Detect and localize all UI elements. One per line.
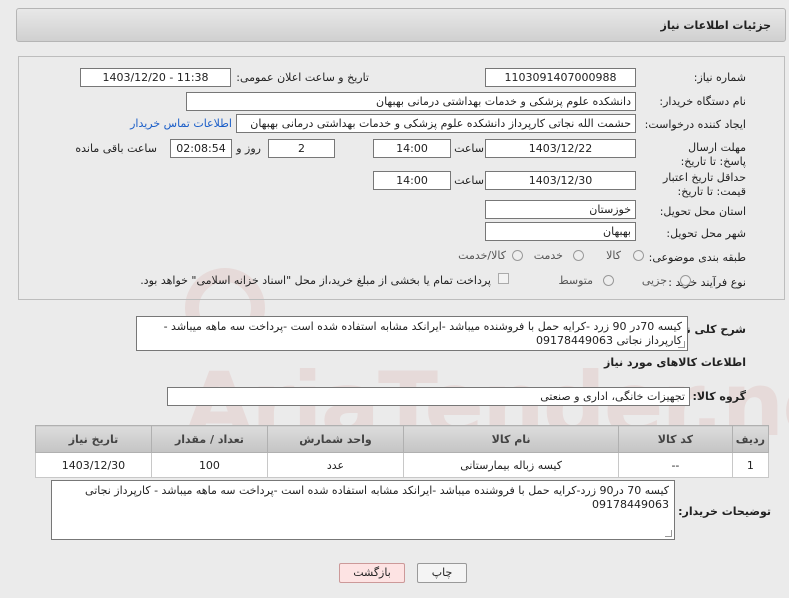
goods-group-label: گروه کالا: — [692, 390, 746, 403]
creator-label: ایجاد کننده درخواست: — [644, 118, 746, 131]
process-option-medium: متوسط — [558, 274, 593, 287]
page-header: جزئیات اطلاعات نیاز — [16, 8, 786, 42]
page-title: جزئیات اطلاعات نیاز — [660, 19, 772, 32]
table-header-row: ردیف کد کالا نام کالا واحد شمارش تعداد /… — [35, 425, 770, 453]
deadline-time-field: 14:00 — [373, 139, 451, 158]
col-header-qty: تعداد / مقدار — [150, 425, 268, 453]
back-button[interactable]: بازگشت — [339, 563, 405, 583]
cell-date: 1403/12/30 — [35, 452, 152, 478]
table-row: 1 -- کیسه زباله بیمارستانی عدد 100 1403/… — [35, 452, 770, 478]
cell-code: -- — [618, 452, 733, 478]
city-field: بهبهان — [485, 222, 636, 241]
validity-time-field: 14:00 — [373, 171, 451, 190]
buyer-desc-label: توضیحات خریدار: — [678, 505, 771, 518]
announce-label: تاریخ و ساعت اعلان عمومی: — [236, 71, 369, 84]
col-header-unit: واحد شمارش — [266, 425, 405, 453]
category-option-service: خدمت — [533, 249, 563, 262]
validity-date-field: 1403/12/30 — [485, 171, 636, 190]
goods-group-field: تجهیزات خانگی، اداری و صنعتی — [167, 387, 690, 406]
category-option-goods-service: کالا/خدمت — [458, 249, 506, 262]
need-number-label: شماره نیاز: — [693, 71, 746, 84]
city-label: شهر محل تحویل: — [666, 227, 746, 240]
cell-qty: 100 — [150, 452, 268, 478]
category-radio-service[interactable] — [573, 250, 584, 261]
general-desc-text: کیسه 70در 90 زرد -کرایه حمل با فروشنده م… — [163, 320, 682, 347]
province-field: خوزستان — [485, 200, 636, 219]
goods-table: ردیف کد کالا نام کالا واحد شمارش تعداد /… — [35, 425, 770, 478]
general-desc-box: کیسه 70در 90 زرد -کرایه حمل با فروشنده م… — [136, 316, 688, 351]
resize-grip-icon[interactable] — [665, 530, 672, 537]
province-label: استان محل تحویل: — [659, 205, 746, 218]
validity-time-label: ساعت — [454, 174, 484, 187]
goods-section-title: اطلاعات کالاهای مورد نیاز — [604, 356, 746, 369]
cell-index: 1 — [731, 452, 770, 478]
days-label: روز و — [236, 142, 261, 155]
buyer-org-label: نام دستگاه خریدار: — [659, 95, 746, 108]
days-field: 2 — [268, 139, 335, 158]
buyer-desc-text: کیسه 70 در90 زرد-کرایه حمل با فروشنده می… — [85, 484, 669, 511]
process-radio-minor[interactable] — [680, 275, 691, 286]
deadline-label: مهلت ارسال پاسخ: تا تاریخ: — [680, 141, 746, 168]
treasury-payment-checkbox[interactable] — [498, 273, 509, 284]
creator-field: حشمت الله نجاتی کارپرداز دانشکده علوم پز… — [236, 114, 636, 133]
process-option-minor: جزیی — [641, 274, 667, 287]
contact-info-link[interactable]: اطلاعات تماس خریدار — [130, 117, 232, 130]
col-header-code: کد کالا — [618, 425, 733, 453]
col-header-name: نام کالا — [403, 425, 620, 453]
remaining-label: ساعت باقی مانده — [75, 142, 157, 155]
announce-datetime-field: 1403/12/20 - 11:38 — [80, 68, 231, 87]
col-header-index: ردیف — [731, 425, 770, 453]
buyer-desc-box: کیسه 70 در90 زرد-کرایه حمل با فروشنده می… — [51, 480, 675, 540]
treasury-payment-note: پرداخت تمام یا بخشی از مبلغ خرید،از محل … — [140, 274, 491, 287]
cell-unit: عدد — [266, 452, 405, 478]
need-number-field: 1103091407000988 — [485, 68, 636, 87]
cell-name: کیسه زباله بیمارستانی — [403, 452, 620, 478]
resize-grip-icon[interactable] — [678, 341, 685, 348]
deadline-time-label: ساعت — [454, 142, 484, 155]
process-radio-medium[interactable] — [603, 275, 614, 286]
category-radio-goods[interactable] — [633, 250, 644, 261]
validity-label: حداقل تاریخ اعتبار قیمت: تا تاریخ: — [662, 171, 746, 198]
buyer-org-field: دانشکده علوم پزشکی و خدمات بهداشتی درمان… — [186, 92, 636, 111]
category-label: طبقه بندی موضوعی: — [648, 251, 746, 264]
category-radio-goods-service[interactable] — [512, 250, 523, 261]
deadline-date-field: 1403/12/22 — [485, 139, 636, 158]
print-button[interactable]: چاپ — [417, 563, 467, 583]
category-option-goods: کالا — [606, 249, 621, 262]
col-header-date: تاریخ نیاز — [35, 425, 152, 453]
remaining-time-field: 02:08:54 — [170, 139, 232, 158]
